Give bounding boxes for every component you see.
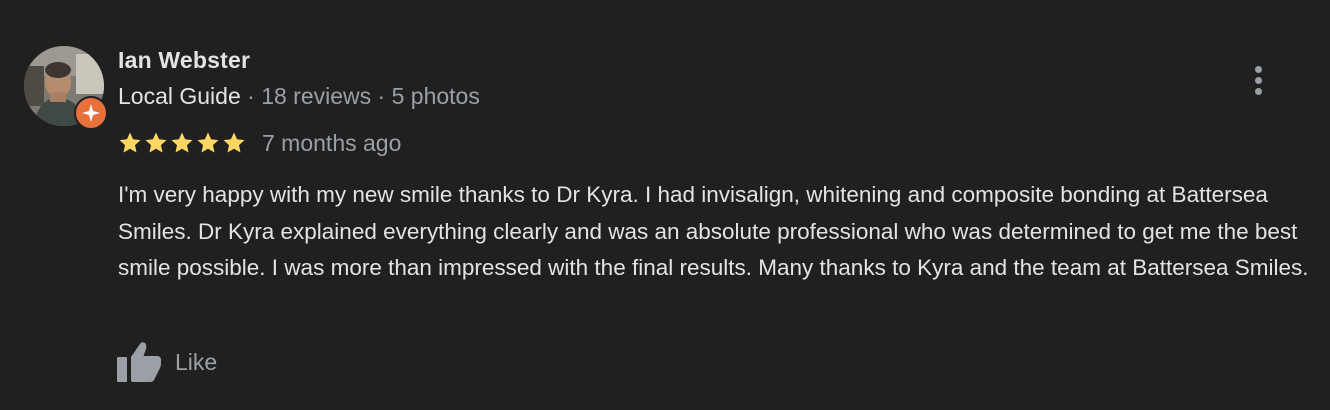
more-options-button[interactable] [1240,60,1276,100]
review-time: 7 months ago [262,129,402,156]
photo-count: 5 photos [391,83,480,109]
meta-separator: · [240,83,262,109]
thumb-up-icon [117,342,161,382]
more-vert-icon [1254,65,1262,73]
star-icon [119,132,141,153]
star-icon [197,132,219,153]
more-vert-icon-dot [1254,76,1262,84]
like-button[interactable]: Like [116,340,217,384]
meta-separator: · [371,83,392,109]
review-card: Ian Webster Local Guide · 18 reviews · 5… [0,0,1330,410]
star-icon [223,132,245,153]
star-icon [145,132,167,153]
reviewer-meta: Local Guide · 18 reviews · 5 photos [118,83,480,110]
reviewer-name[interactable]: Ian Webster [118,47,250,74]
review-count: 18 reviews [261,83,372,109]
local-guide-badge-icon [74,96,108,130]
more-vert-icon-dot [1254,87,1262,95]
review-text: I'm very happy with my new smile thanks … [118,182,1309,280]
reviewer-avatar[interactable] [24,46,108,130]
like-label: Like [175,348,218,375]
local-guide-label: Local Guide [118,83,241,109]
star-icon [171,132,193,153]
rating-row: 7 months ago [118,128,401,158]
star-rating [118,131,246,155]
